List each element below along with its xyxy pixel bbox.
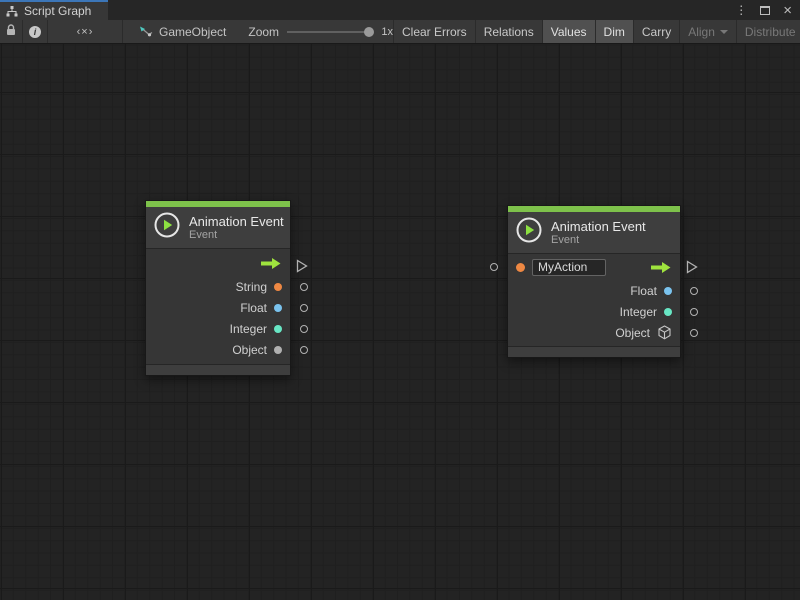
target-gameobject-label[interactable]: GameObject — [159, 25, 226, 39]
name-input-row — [508, 254, 680, 280]
integer-output-port[interactable] — [300, 325, 308, 333]
event-play-icon — [154, 212, 180, 243]
name-input-port[interactable] — [490, 263, 498, 271]
node-subtitle: Event — [551, 234, 646, 247]
info-icon: i — [29, 26, 41, 38]
float-port-dot — [664, 287, 672, 295]
port-row-integer: Integer — [508, 301, 680, 322]
align-dropdown[interactable]: Align — [680, 20, 737, 43]
integer-output-port[interactable] — [690, 308, 698, 316]
window-maximize-icon[interactable] — [760, 6, 770, 15]
float-output-port[interactable] — [690, 287, 698, 295]
lock-icon — [6, 24, 16, 39]
tab-bar: Script Graph ⋮ × — [0, 0, 800, 20]
integer-port-dot — [274, 325, 282, 333]
object-output-port[interactable] — [300, 346, 308, 354]
node-title: Animation Event — [551, 219, 646, 234]
animation-event-node-1[interactable]: Animation Event Event — [145, 200, 291, 376]
tab-script-graph[interactable]: Script Graph — [0, 0, 108, 20]
node-header[interactable]: Animation Event Event — [146, 207, 290, 248]
event-name-input[interactable] — [532, 259, 606, 276]
carry-toggle[interactable]: Carry — [634, 20, 680, 43]
tab-title: Script Graph — [24, 4, 91, 18]
port-label: Float — [240, 301, 267, 315]
align-label: Align — [688, 25, 715, 39]
event-play-icon — [516, 217, 542, 248]
flow-arrow-icon — [649, 261, 672, 274]
port-label: Integer — [620, 305, 657, 319]
string-output-port[interactable] — [300, 283, 308, 291]
node-body: Float Integer Object — [508, 253, 680, 347]
script-machine-icon — [139, 26, 153, 38]
object-port-dot — [274, 346, 282, 354]
port-label: Integer — [230, 322, 267, 336]
zoom-slider-handle[interactable] — [364, 27, 374, 37]
port-label: Float — [630, 284, 657, 298]
graph-toolbar: i ‹×› GameObject Zoom 1x Clear Errors Re… — [0, 20, 800, 44]
zoom-slider[interactable] — [287, 31, 371, 33]
graph-hierarchy-icon — [6, 6, 18, 17]
port-row-float: Float — [508, 280, 680, 301]
port-row-integer: Integer — [146, 318, 290, 339]
node-header[interactable]: Animation Event Event — [508, 212, 680, 253]
port-label: Object — [232, 343, 267, 357]
float-output-port[interactable] — [300, 304, 308, 312]
object-output-port[interactable] — [690, 329, 698, 337]
graph-canvas[interactable]: Animation Event Event — [0, 44, 800, 600]
dropdown-arrow-icon — [720, 30, 728, 34]
string-port-dot — [274, 283, 282, 291]
port-row-string: String — [146, 276, 290, 297]
lock-button[interactable] — [0, 20, 23, 43]
target-zoom-section: GameObject Zoom 1x — [123, 20, 393, 43]
cube-icon — [657, 325, 672, 340]
zoom-value: 1x — [381, 26, 393, 38]
code-icon: ‹×› — [77, 26, 94, 38]
distribute-label: Distribute — [745, 25, 796, 39]
port-label: String — [236, 280, 267, 294]
integer-port-dot — [664, 308, 672, 316]
port-row-object: Object — [146, 339, 290, 360]
trigger-output-port[interactable] — [686, 260, 698, 274]
window-close-icon[interactable]: × — [783, 3, 792, 18]
float-port-dot — [274, 304, 282, 312]
values-toggle[interactable]: Values — [543, 20, 596, 43]
clear-errors-button[interactable]: Clear Errors — [393, 20, 476, 43]
flow-arrow-icon — [259, 257, 282, 275]
node-title: Animation Event — [189, 214, 284, 229]
info-button[interactable]: i — [23, 20, 48, 43]
title-bar: ⋮ × — [108, 0, 800, 20]
distribute-dropdown[interactable]: Distribute — [737, 20, 800, 43]
relations-button[interactable]: Relations — [476, 20, 543, 43]
code-preview-button[interactable]: ‹×› — [48, 20, 123, 43]
node-body: String Float Integer Object — [146, 248, 290, 365]
script-graph-window: Script Graph ⋮ × i ‹×› — [0, 0, 800, 600]
port-label: Object — [615, 326, 650, 340]
string-port-dot — [516, 263, 525, 272]
dim-toggle[interactable]: Dim — [596, 20, 634, 43]
trigger-port-row — [146, 255, 290, 276]
animation-event-node-2[interactable]: Animation Event Event — [507, 205, 681, 358]
zoom-label: Zoom — [248, 25, 279, 39]
port-row-float: Float — [146, 297, 290, 318]
window-menu-icon[interactable]: ⋮ — [735, 4, 747, 16]
node-subtitle: Event — [189, 229, 284, 242]
trigger-output-port[interactable] — [296, 259, 308, 273]
port-row-object: Object — [508, 322, 680, 343]
node-footer — [508, 347, 680, 357]
node-footer — [146, 365, 290, 375]
